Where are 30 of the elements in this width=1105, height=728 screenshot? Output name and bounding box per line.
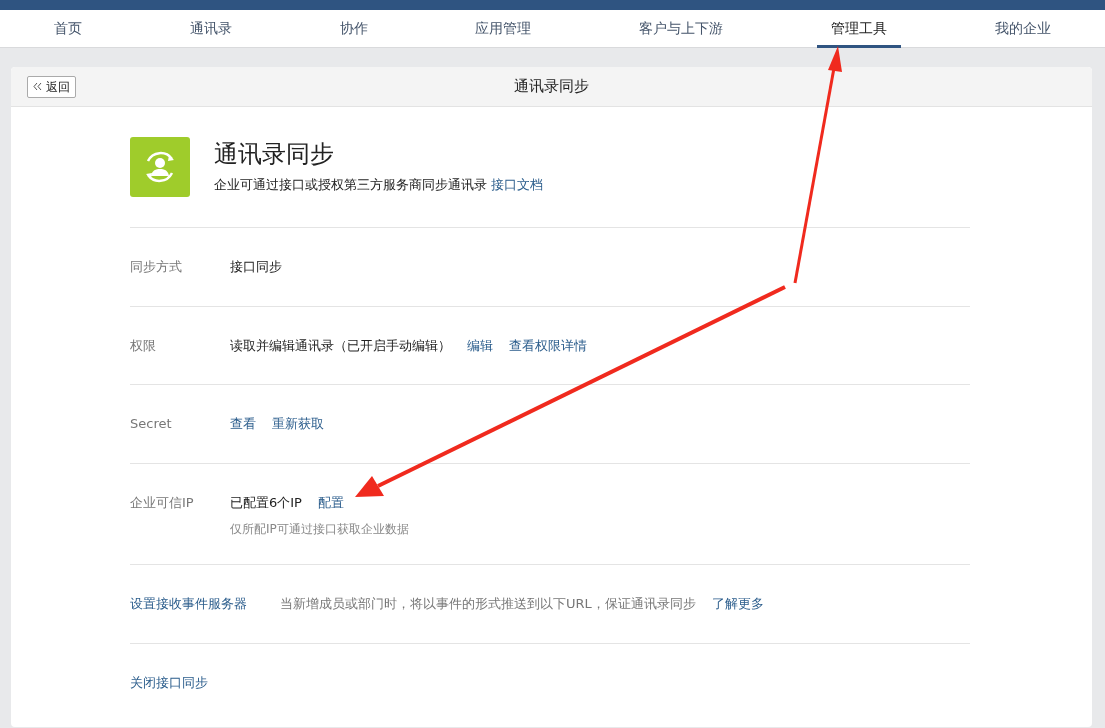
setting-label: Secret — [130, 415, 173, 433]
section-title: 通讯录同步 — [214, 139, 335, 170]
setting-value: 接口同步 — [230, 258, 282, 276]
doc-link[interactable]: 接口文档 — [491, 177, 544, 192]
setting-link[interactable]: 配置 — [317, 492, 344, 512]
hint-text: 仅所配IP可通过接口获取企业数据 — [230, 521, 409, 538]
setting-link[interactable]: 设置接收事件服务器 — [130, 594, 280, 614]
setting-link[interactable]: 查看权限详情 — [509, 335, 587, 355]
setting-label: 企业可信IP — [130, 493, 195, 512]
nav-tab[interactable]: 管理工具 — [817, 10, 902, 48]
nav-tab[interactable]: 首页 — [39, 10, 96, 48]
double-chevron-icon — [33, 82, 42, 91]
setting-link[interactable]: 重新获取 — [272, 414, 324, 434]
setting-link[interactable]: 关闭接口同步 — [130, 672, 280, 692]
nav-tab[interactable]: 协作 — [325, 10, 382, 48]
nav-tab[interactable]: 通讯录 — [175, 10, 246, 48]
description-text: 企业可通过接口或授权第三方服务商同步通讯录 — [214, 177, 487, 192]
setting-link[interactable]: 了解更多 — [711, 594, 764, 614]
setting-label: 同步方式 — [130, 258, 183, 276]
back-button[interactable]: 返回 — [27, 75, 76, 98]
nav-tab[interactable]: 客户与上下游 — [625, 10, 738, 48]
description-text: 当新增成员或部门时，将以事件的形式推送到以下URL，保证通讯录同步 — [280, 595, 696, 613]
nav-tab[interactable]: 应用管理 — [461, 10, 546, 48]
setting-link[interactable]: 查看 — [230, 414, 256, 434]
page-title: 通讯录同步 — [514, 76, 589, 98]
nav-tab[interactable]: 我的企业 — [981, 10, 1065, 48]
setting-label: 权限 — [130, 336, 157, 355]
setting-value: 已配置6个IP — [230, 493, 302, 512]
setting-link[interactable]: 编辑 — [467, 335, 493, 355]
setting-value: 读取并编辑通讯录（已开启手动编辑） — [230, 336, 451, 355]
